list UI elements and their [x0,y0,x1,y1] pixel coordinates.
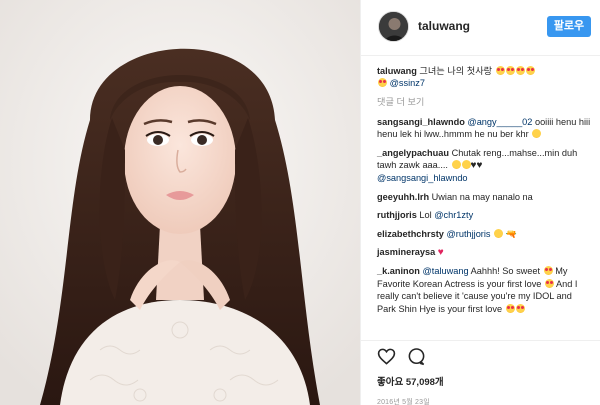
profile-picture-icon [379,12,408,41]
post-header: taluwang 팔로우 [361,0,600,56]
grimace-emoji-icon [532,129,542,139]
heart-eyes-emoji-icon [378,78,387,88]
comment-mention[interactable]: @sangsangi_hlawndo [377,173,468,183]
heart-eyes-emoji-icon [505,66,515,75]
comment-username[interactable]: geeyuhh.lrh [377,192,429,202]
heart-eyes-emoji-icon [515,303,525,313]
comment-item: _angelypachuau Chutak reng...mahse...min… [377,147,591,185]
pistol-icon: 🔫 [505,228,517,239]
smile-emoji-icon [451,160,461,170]
follow-button[interactable]: 팔로우 [547,16,591,37]
comment-username[interactable]: _k.aninon [377,266,420,276]
comment-item: elizabethchrsty @ruthjjoris 🔫 [377,228,591,240]
header-username[interactable]: taluwang [418,19,470,33]
comment-text: Lol [419,210,435,221]
post-actions: 좋아요 57,098개 2016년 5월 23일 [361,340,600,405]
sad-emoji-icon [494,228,504,238]
comment-item: geeyuhh.lrh Uwian na may nanalo na [377,191,591,203]
comment-item: _k.aninon @taluwang Aahhh! So sweet My F… [377,265,591,315]
comment-username[interactable]: elizabethchrsty [377,229,444,239]
comment-username[interactable]: jasmineraysa [377,247,435,257]
comment-mention[interactable]: @chr1zty [434,210,473,220]
heart-eyes-emoji-icon [543,266,553,276]
black-heart-icon: ♥ [476,160,483,172]
action-icons [377,347,585,367]
portrait-image [0,0,360,405]
comment-item: jasmineraysa ♥ [377,246,591,259]
load-more-comments[interactable]: 댓글 더 보기 [377,94,591,108]
caption-username[interactable]: taluwang [377,66,417,76]
heart-outline-icon[interactable] [377,347,396,366]
smile-emoji-icon [461,160,471,170]
post-side-panel: taluwang 팔로우 taluwang 그녀는 나의 첫사랑 @ssinz7… [360,0,600,405]
speech-bubble-icon[interactable] [407,347,426,366]
post-photo[interactable] [0,0,360,405]
comment-mention[interactable]: @angy_____02 [467,117,532,127]
caption-mention[interactable]: @ssinz7 [390,78,425,88]
heart-eyes-emoji-icon [515,66,525,75]
caption: taluwang 그녀는 나의 첫사랑 @ssinz7 [377,65,591,90]
comment-text: Aahhh! So sweet [468,266,541,277]
comment-text: Uwian na may nanalo na [431,191,533,202]
like-count[interactable]: 좋아요 57,098개 [377,374,585,388]
comment-item: sangsangi_hlawndo @angy_____02 ooiiii he… [377,116,591,141]
comment-mention[interactable]: @taluwang [422,266,468,276]
red-heart-icon: ♥ [437,247,444,259]
comment-mention[interactable]: @ruthjjoris [446,229,490,239]
comment-item: ruthjjoris Lol @chr1zty [377,209,591,221]
caption-text: 그녀는 나의 첫사랑 [419,66,493,76]
comment-list: taluwang 그녀는 나의 첫사랑 @ssinz7 댓글 더 보기 sang… [361,56,600,340]
heart-eyes-emoji-icon [505,303,515,313]
comment-username[interactable]: ruthjjoris [377,210,417,220]
heart-eyes-emoji-icon [525,66,535,75]
heart-eyes-emoji-icon [544,278,554,288]
comment-username[interactable]: sangsangi_hlawndo [377,117,465,127]
comment-username[interactable]: _angelypachuau [377,148,449,158]
post-date: 2016년 5월 23일 [377,399,430,405]
avatar[interactable] [378,11,409,42]
heart-eyes-emoji-icon [495,66,505,75]
